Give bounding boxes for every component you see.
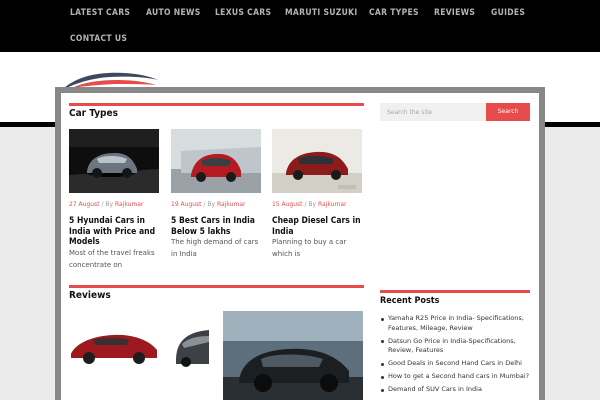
post-excerpt: The high demand of cars in India — [171, 238, 259, 258]
top-navigation-bar: LATEST CARS AUTO NEWS LEXUS CARS MARUTI … — [0, 0, 600, 52]
post-meta: 19 August / By Rajkumar — [171, 201, 245, 208]
post-meta: 27 August / By Rajkumar — [69, 201, 143, 208]
search-button[interactable]: Search — [486, 103, 530, 121]
post-author[interactable]: Rajkumar — [115, 201, 143, 208]
post-author[interactable]: Rajkumar — [318, 201, 346, 208]
post-date[interactable]: 27 August — [69, 201, 100, 208]
post-title[interactable]: Cheap Diesel Cars in India — [272, 216, 367, 237]
recent-post-link[interactable]: Datsun Go Price in India-Specifications,… — [380, 337, 530, 356]
nav-item-car-types[interactable]: CAR TYPES — [369, 8, 419, 18]
nav-item-auto-news[interactable]: AUTO NEWS — [146, 8, 201, 18]
post-by: / By — [203, 201, 216, 208]
post-date[interactable]: 15 August — [272, 201, 303, 208]
nav-item-lexus-cars[interactable]: LEXUS CARS — [215, 8, 271, 18]
recent-post-link[interactable]: How to get a Second hand cars in Mumbai? — [380, 372, 530, 382]
section-rule — [69, 285, 364, 288]
recent-post-link[interactable]: Demand of SUV Cars in India — [380, 385, 530, 395]
post-meta: 15 August / By Rajkumar — [272, 201, 346, 208]
card-thumbnail[interactable] — [69, 129, 159, 193]
section-title-reviews: Reviews — [69, 290, 111, 301]
nav-item-maruti-suzuki[interactable]: MARUTI SUZUKI — [285, 8, 358, 18]
search-input[interactable] — [380, 103, 486, 121]
review-car-image[interactable] — [69, 322, 159, 367]
card-thumbnail[interactable] — [171, 129, 261, 193]
post-author[interactable]: Rajkumar — [217, 201, 245, 208]
post-excerpt: Planning to buy a car which is — [272, 238, 347, 258]
recent-post-link[interactable]: Yamaha R25 Price in India- Specification… — [380, 314, 530, 333]
nav-item-guides[interactable]: GUIDES — [491, 8, 525, 18]
review-car-image[interactable] — [174, 322, 209, 367]
section-title-car-types: Car Types — [69, 108, 118, 119]
post-title[interactable]: 5 Hyundai Cars in India with Price and M… — [69, 216, 164, 248]
post-by: / By — [304, 201, 317, 208]
recent-posts-title: Recent Posts — [380, 296, 440, 306]
post-excerpt: Most of the travel freaks concentrate on — [69, 249, 155, 269]
recent-posts-list: Yamaha R25 Price in India- Specification… — [380, 314, 530, 398]
sidebar-rule — [380, 290, 530, 293]
post-by: / By — [101, 201, 114, 208]
card-thumbnail[interactable] — [272, 129, 362, 193]
review-car-image[interactable] — [223, 311, 363, 400]
recent-post-link[interactable]: Good Deals in Second Hand Cars in Delhi — [380, 359, 530, 369]
nav-item-contact-us[interactable]: CONTACT US — [70, 34, 127, 44]
post-title[interactable]: 5 Best Cars in India Below 5 lakhs — [171, 216, 266, 237]
nav-item-latest-cars[interactable]: LATEST CARS — [70, 8, 130, 18]
nav-item-reviews[interactable]: REVIEWS — [434, 8, 475, 18]
section-rule — [69, 103, 364, 106]
post-date[interactable]: 19 August — [171, 201, 202, 208]
